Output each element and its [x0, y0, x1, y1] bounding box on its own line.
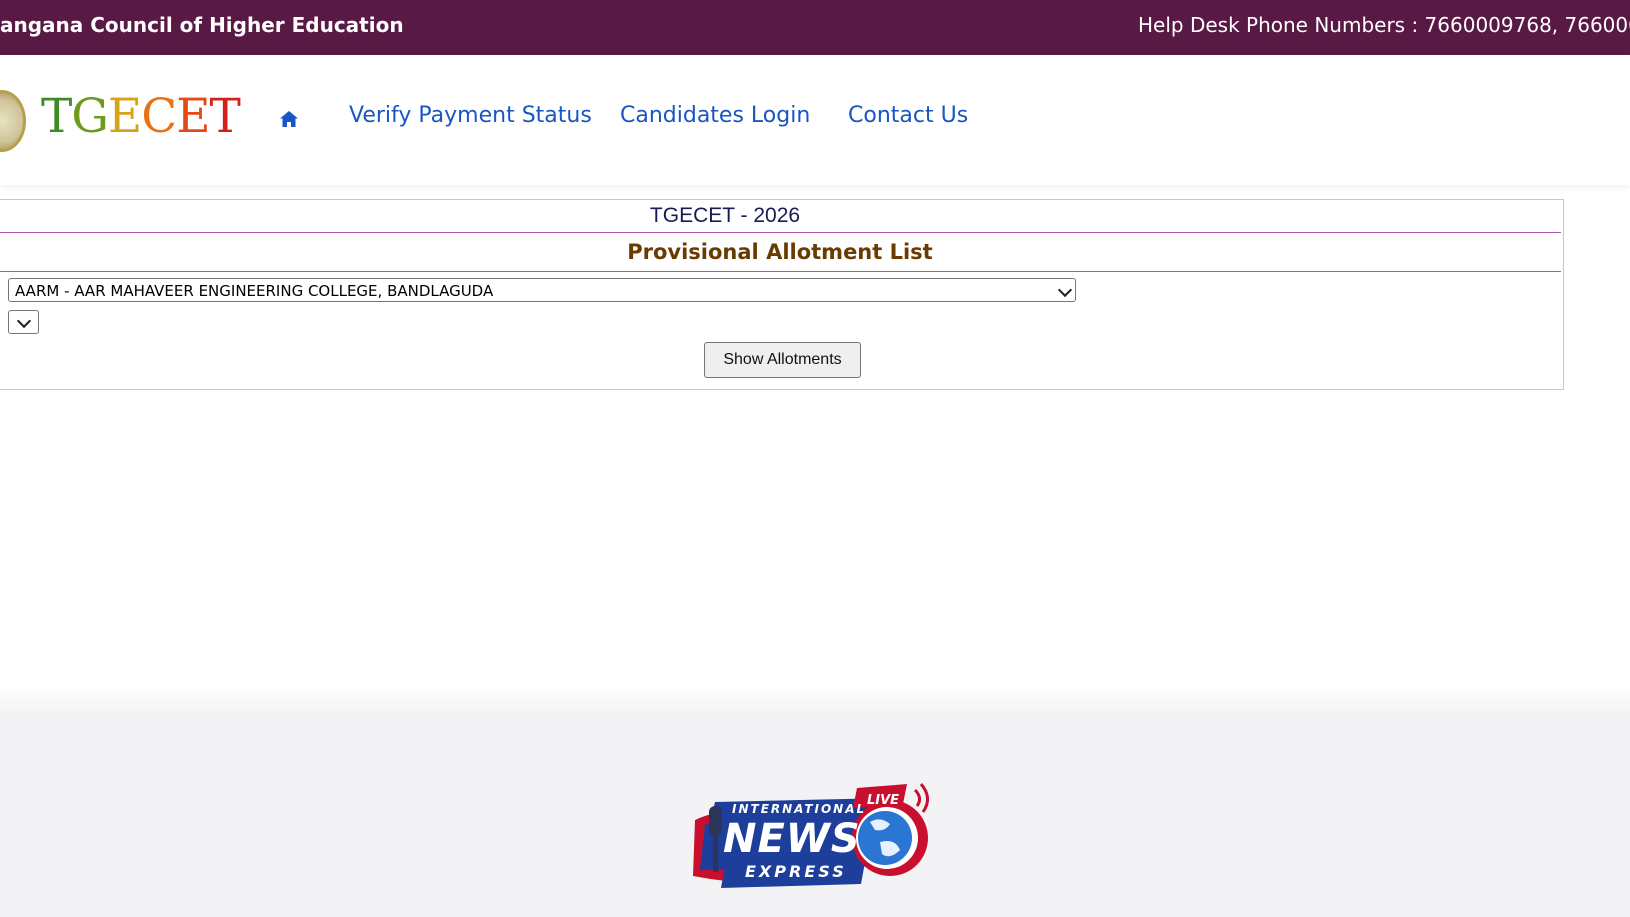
home-icon[interactable] [280, 111, 298, 127]
news-express-logo: INTERNATIONAL NEWS EXPRESS LIVE [685, 780, 947, 890]
brand-letter: E [176, 89, 210, 144]
brand-letter: E [107, 89, 142, 144]
chevron-down-icon [1057, 282, 1073, 298]
nav-verify-payment-status[interactable]: Verify Payment Status [349, 103, 592, 128]
council-name: angana Council of Higher Education [0, 13, 404, 37]
chevron-down-icon [16, 313, 32, 329]
brand-letter: C [141, 89, 177, 144]
brand-letter: T [209, 89, 241, 144]
navbar: TGECET Verify Payment Status Candidates … [0, 55, 1630, 185]
year-title: TGECET - 2026 [649, 204, 801, 227]
brand-letter: T [41, 89, 72, 144]
brand-letter: G [71, 89, 109, 144]
council-seal-logo [0, 90, 26, 152]
logo-main-text: NEWS [723, 816, 861, 862]
helpdesk-numbers: Help Desk Phone Numbers : 7660009768, 76… [1138, 13, 1630, 37]
nav-contact-us[interactable]: Contact Us [848, 103, 968, 128]
logo-live-badge: LIVE [867, 793, 900, 808]
page-title: Provisional Allotment List [0, 232, 1561, 272]
top-bar: angana Council of Higher Education Help … [0, 0, 1630, 55]
logo-top-text: INTERNATIONAL [732, 802, 867, 816]
branch-select[interactable] [8, 310, 39, 334]
college-select[interactable]: AARM - AAR MAHAVEER ENGINEERING COLLEGE,… [8, 278, 1076, 302]
nav-candidates-login[interactable]: Candidates Login [620, 103, 810, 128]
allotment-panel: TGECET - 2026 Provisional Allotment List… [0, 199, 1564, 390]
college-select-value: AARM - AAR MAHAVEER ENGINEERING COLLEGE,… [15, 282, 494, 300]
brand-logo[interactable]: TGECET [41, 89, 241, 144]
show-allotments-button[interactable]: Show Allotments [704, 342, 861, 378]
logo-bottom-text: EXPRESS [745, 862, 847, 881]
